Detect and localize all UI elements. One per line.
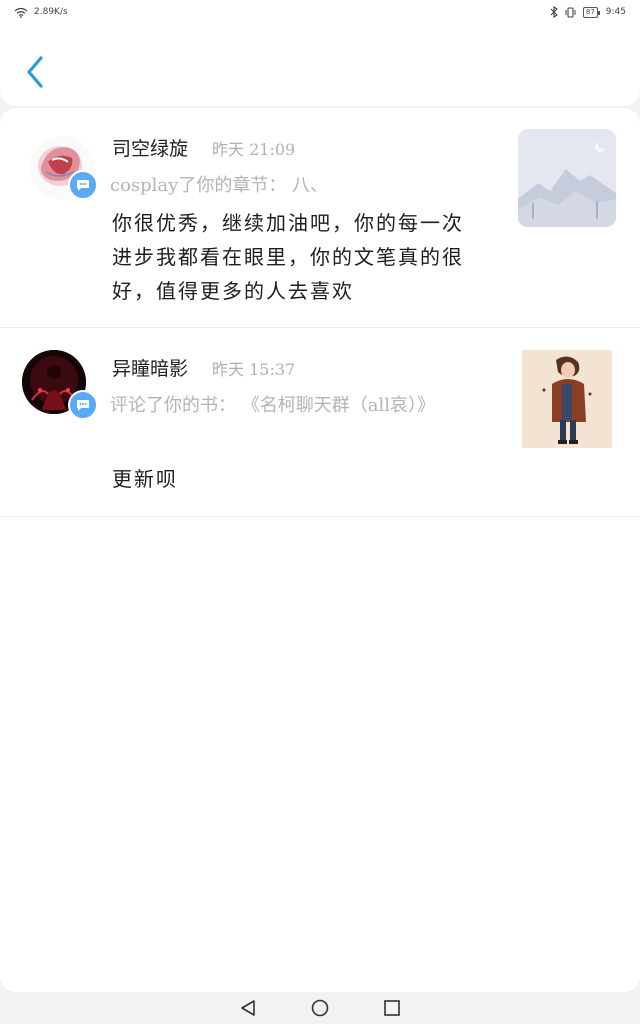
back-button[interactable] <box>18 52 52 92</box>
header-row: 司空绿旋 昨天 21:09 <box>112 134 295 161</box>
triangle-back-icon <box>241 1000 255 1016</box>
notification-list: 司空绿旋 昨天 21:09 cosplay了你的章节： 八、 你很优秀，继续加油… <box>0 108 640 992</box>
comment-text: 你很优秀，继续加油吧，你的每一次进步我都看在眼里，你的文笔真的很好，值得更多的人… <box>112 211 464 303</box>
comment-badge-icon <box>68 390 98 420</box>
book-thumbnail[interactable] <box>522 350 612 448</box>
username[interactable]: 异瞳暗影 <box>112 354 188 381</box>
wifi-icon <box>14 7 28 18</box>
chevron-left-icon <box>27 56 43 88</box>
list-item[interactable]: 异瞳暗影 昨天 15:37 评论了你的书： 《名柯聊天群（all哀）》 更新呗 <box>0 328 640 517</box>
username[interactable]: 司空绿旋 <box>112 134 188 161</box>
timestamp: 昨天 15:37 <box>212 360 296 379</box>
bluetooth-icon <box>550 6 558 18</box>
comment-text: 更新呗 <box>112 467 178 491</box>
circle-home-icon <box>311 999 329 1017</box>
nav-home-button[interactable] <box>308 996 332 1020</box>
list-item[interactable]: 司空绿旋 昨天 21:09 cosplay了你的章节： 八、 你很优秀，继续加油… <box>0 108 640 328</box>
system-navigation-bar <box>0 992 640 1024</box>
battery-indicator: 87 <box>582 6 600 18</box>
chapter-thumbnail[interactable] <box>518 129 616 227</box>
action-text[interactable]: 评论了你的书： 《名柯聊天群（all哀）》 <box>110 390 480 422</box>
nav-recents-button[interactable] <box>380 996 404 1020</box>
comment-badge-icon <box>68 170 98 200</box>
nav-back-button[interactable] <box>236 996 260 1020</box>
action-text[interactable]: cosplay了你的章节： 八、 <box>110 170 480 202</box>
network-speed: 2.89K/s <box>34 7 68 17</box>
status-bar: 2.89K/s 87 9:45 <box>0 0 640 24</box>
timestamp: 昨天 21:09 <box>212 140 296 159</box>
clock: 9:45 <box>605 7 626 17</box>
square-recents-icon <box>384 1000 400 1016</box>
header-row: 异瞳暗影 昨天 15:37 <box>112 354 295 381</box>
vibrate-icon <box>565 6 576 18</box>
